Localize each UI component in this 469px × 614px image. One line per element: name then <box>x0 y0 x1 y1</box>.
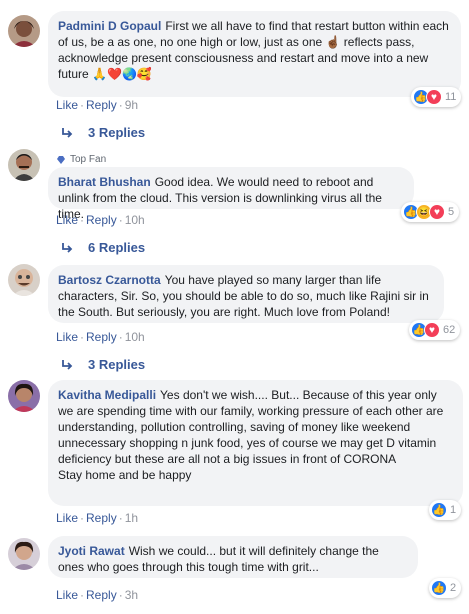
view-replies-link[interactable]: 6 Replies <box>62 240 145 255</box>
replies-count: 3 Replies <box>88 357 146 372</box>
reaction-summary[interactable]: 👍 2 <box>429 578 462 598</box>
comment-bubble: Kavitha Medipalli Yes don't we wish.... B… <box>48 380 463 506</box>
reaction-count: 5 <box>448 206 455 218</box>
reaction-count: 2 <box>450 582 457 594</box>
comment-author[interactable]: Bharat Bhushan <box>58 175 151 189</box>
comment-actions: Like · Reply · 1h <box>56 511 139 525</box>
reply-link[interactable]: Reply <box>86 330 117 344</box>
avatar[interactable] <box>8 15 40 47</box>
avatar[interactable] <box>8 538 40 570</box>
like-link[interactable]: Like <box>56 98 78 112</box>
comment-author[interactable]: Jyoti Rawat <box>58 544 125 558</box>
timestamp[interactable]: 3h <box>125 588 138 602</box>
love-icon: ♥ <box>424 322 440 338</box>
replies-count: 3 Replies <box>88 125 146 140</box>
like-icon: 👍 <box>431 580 447 596</box>
reply-arrow-icon <box>62 242 73 253</box>
timestamp[interactable]: 10h <box>125 330 145 344</box>
reply-link[interactable]: Reply <box>86 213 117 227</box>
reaction-summary[interactable]: 👍 ♥ 62 <box>409 320 461 340</box>
avatar[interactable] <box>8 264 40 296</box>
reaction-summary[interactable]: 👍 😆 ♥ 5 <box>401 202 460 222</box>
avatar[interactable] <box>8 380 40 412</box>
badge-label: Top Fan <box>70 154 107 165</box>
comment-emojis: 🙏❤️🌏🥰 <box>92 67 152 81</box>
reaction-count: 11 <box>445 91 457 103</box>
timestamp[interactable]: 1h <box>125 511 138 525</box>
reply-arrow-icon <box>62 359 73 370</box>
comment-actions: Like · Reply · 3h <box>56 588 139 602</box>
comment-author[interactable]: Bartosz Czarnotta <box>58 273 161 287</box>
comment-actions: Like · Reply · 9h <box>56 98 139 112</box>
like-link[interactable]: Like <box>56 330 78 344</box>
like-link[interactable]: Like <box>56 588 78 602</box>
love-icon: ♥ <box>429 204 445 220</box>
comment-bubble: Jyoti Rawat Wish we could... but it will … <box>48 536 418 578</box>
comment-actions: Like · Reply · 10h <box>56 330 145 344</box>
comment-author[interactable]: Padmini D Gopaul <box>58 19 161 33</box>
comment-text-line2: Stay home and be happy <box>58 468 192 482</box>
comment-author[interactable]: Kavitha Medipalli <box>58 388 156 402</box>
replies-count: 6 Replies <box>88 240 146 255</box>
timestamp[interactable]: 9h <box>125 98 138 112</box>
diamond-icon <box>57 155 65 164</box>
like-link[interactable]: Like <box>56 213 78 227</box>
reply-arrow-icon <box>62 127 73 138</box>
reply-link[interactable]: Reply <box>86 511 117 525</box>
comment-bubble: Padmini D Gopaul First we all have to fin… <box>48 11 461 97</box>
reaction-count: 1 <box>450 504 457 516</box>
avatar[interactable] <box>8 149 40 181</box>
like-link[interactable]: Like <box>56 511 78 525</box>
love-icon: ♥ <box>426 89 442 105</box>
reaction-count: 62 <box>443 324 456 336</box>
reaction-summary[interactable]: 👍 ♥ 11 <box>411 87 462 107</box>
reaction-summary[interactable]: 👍 1 <box>429 500 462 520</box>
reply-link[interactable]: Reply <box>86 588 117 602</box>
comment-bubble: Bharat Bhushan Good idea. We would need t… <box>48 167 414 221</box>
view-replies-link[interactable]: 3 Replies <box>62 125 145 140</box>
top-fan-badge: Top Fan <box>56 154 106 165</box>
reply-link[interactable]: Reply <box>86 98 117 112</box>
like-icon: 👍 <box>431 502 447 518</box>
comment-actions: Like · Reply · 10h <box>56 213 145 227</box>
timestamp[interactable]: 10h <box>125 213 145 227</box>
comment-bubble: Bartosz Czarnotta You have played so many… <box>48 265 444 323</box>
view-replies-link[interactable]: 3 Replies <box>62 357 145 372</box>
